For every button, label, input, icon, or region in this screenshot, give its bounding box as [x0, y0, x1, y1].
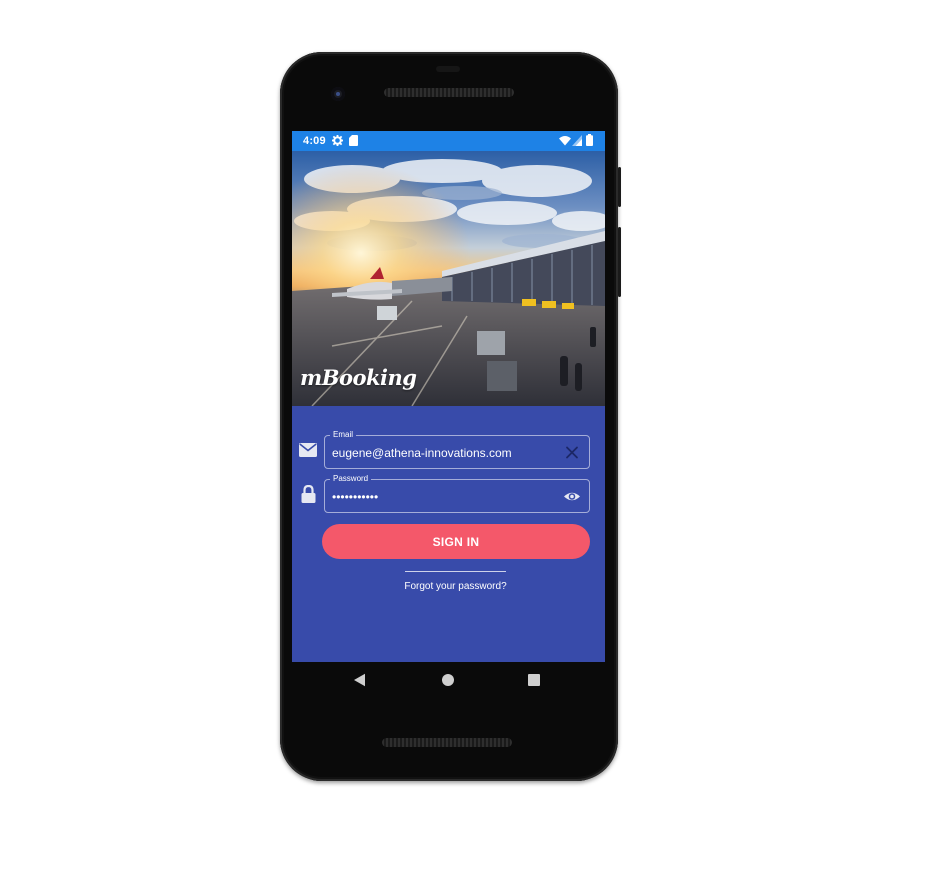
volume-button [618, 227, 621, 297]
power-button [618, 167, 621, 207]
forgot-password-link[interactable]: Forgot your password? [292, 581, 605, 592]
battery-icon [586, 134, 593, 146]
password-label: Password [330, 473, 372, 484]
email-label: Email [330, 429, 357, 440]
envelope-icon [299, 443, 317, 457]
divider [405, 571, 506, 572]
gear-icon [332, 135, 343, 146]
brand-logo: mBooking [300, 365, 417, 390]
wifi-icon [559, 136, 571, 146]
phone-frame: 4:09 mBooking Email eugene@athena-innova… [280, 52, 621, 781]
email-field[interactable]: Email [324, 429, 590, 469]
eye-icon[interactable] [563, 488, 581, 505]
status-time: 4:09 [303, 135, 326, 147]
signal-icon [572, 135, 582, 146]
top-speaker-grille [384, 88, 514, 97]
front-camera-icon [331, 87, 345, 101]
clear-icon[interactable] [563, 444, 581, 461]
hero-image: mBooking [292, 151, 605, 406]
earpiece [436, 66, 460, 72]
email-input[interactable] [332, 446, 555, 460]
sign-in-button[interactable]: SIGN IN [322, 524, 590, 559]
password-field[interactable]: Password [324, 473, 590, 513]
lock-icon [301, 485, 316, 503]
sd-card-icon [349, 135, 358, 146]
password-input[interactable] [332, 490, 555, 504]
bottom-speaker-grille [382, 738, 512, 747]
home-icon[interactable] [442, 674, 454, 686]
app-screen: 4:09 mBooking Email eugene@athena-innova… [292, 131, 605, 662]
back-icon[interactable] [353, 673, 366, 687]
recents-icon[interactable] [528, 674, 540, 686]
navigation-bar [280, 662, 618, 700]
status-bar: 4:09 [292, 131, 605, 151]
login-form: Email Password SIGN IN [292, 406, 605, 662]
